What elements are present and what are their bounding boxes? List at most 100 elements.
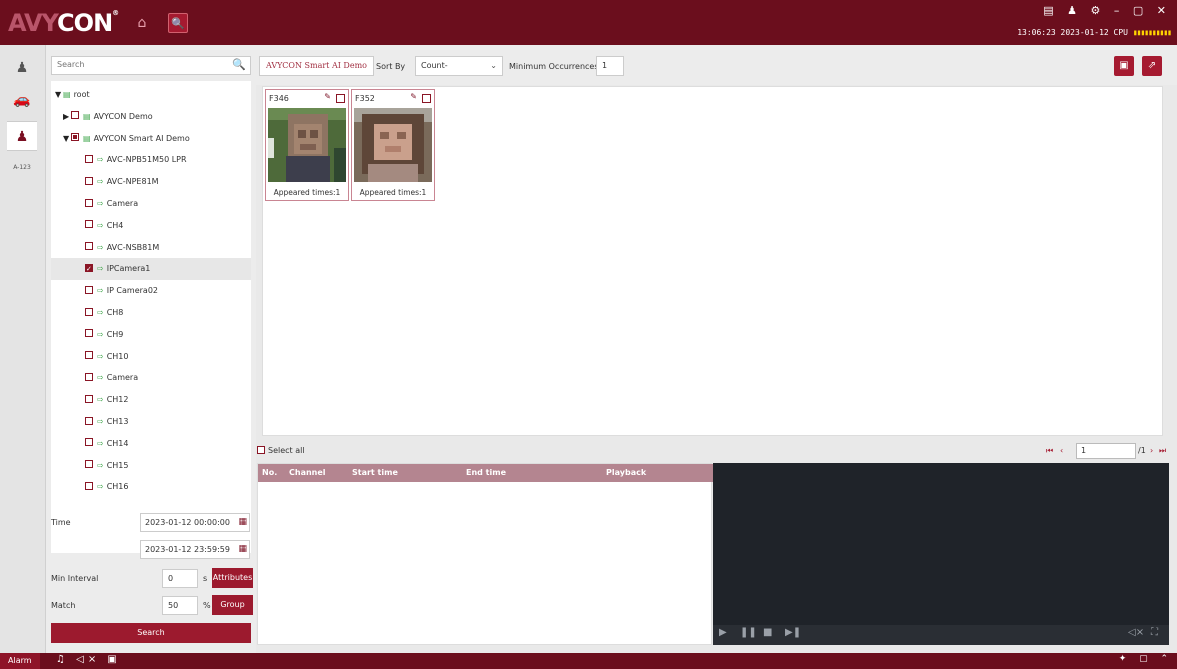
alarm-tab[interactable]: Alarm: [0, 653, 40, 669]
tree-item-label: IPCamera1: [106, 264, 151, 274]
first-page-icon[interactable]: ⏮: [1046, 446, 1053, 456]
expand-right-icon[interactable]: ▶: [63, 106, 71, 128]
player-controls: ▶ ❚❚ ■ ▶❚ ◁× ⛶: [713, 625, 1169, 645]
tree-item[interactable]: ⇨ AVC-NPE81M: [51, 171, 251, 193]
device-search-input[interactable]: [57, 60, 227, 69]
tree-item[interactable]: ⇨ CH4: [51, 215, 251, 237]
camera-icon: ⇨: [97, 395, 104, 405]
tree-item[interactable]: ⇨ CH13: [51, 411, 251, 433]
tree-item-label: CH4: [106, 220, 124, 230]
tree-item[interactable]: ⇨ CH15: [51, 455, 251, 477]
edit-icon[interactable]: ✎: [410, 92, 417, 101]
tree-checkbox[interactable]: [85, 351, 93, 360]
tree-checkbox[interactable]: [85, 176, 93, 185]
expand-down-icon[interactable]: ▼: [63, 128, 71, 150]
tree-item[interactable]: ⇨ AVC-NPB51M50 LPR: [51, 149, 251, 171]
vehicle-search-icon[interactable]: 🚗: [7, 85, 37, 115]
page-input[interactable]: 1: [1076, 443, 1136, 459]
lpr-search-icon[interactable]: A-123: [7, 153, 37, 183]
tree-checkbox[interactable]: [85, 285, 93, 294]
tree-checkbox[interactable]: [85, 329, 93, 338]
home-icon[interactable]: ⌂: [132, 13, 152, 33]
people-search-icon[interactable]: ♟: [7, 53, 37, 83]
end-time-field[interactable]: 2023-01-12 23:59:59 ▦: [140, 540, 250, 559]
camera-icon: ⇨: [97, 460, 104, 470]
match-label: Match: [51, 601, 76, 610]
edit-icon[interactable]: ✎: [324, 92, 331, 101]
stop-icon[interactable]: ■: [763, 627, 772, 638]
record-list-header: No. Channel Start time End time Playback: [258, 464, 713, 482]
tree-item[interactable]: ⇨ CH9: [51, 324, 251, 346]
camera-icon: ⇨: [97, 482, 104, 492]
tree-checkbox[interactable]: [71, 133, 79, 142]
min-interval-input[interactable]: 0: [162, 569, 198, 588]
face-checkbox[interactable]: [422, 94, 431, 103]
tree-item[interactable]: ⇨ CH16: [51, 476, 251, 498]
tree-checkbox[interactable]: [85, 460, 93, 469]
select-all-checkbox[interactable]: [257, 445, 265, 454]
tree-checkbox[interactable]: [85, 220, 93, 229]
tree-item[interactable]: ⇨ CH10: [51, 346, 251, 368]
sort-by-select[interactable]: Count- ⌄: [415, 56, 503, 76]
last-page-icon[interactable]: ⏭: [1159, 446, 1166, 456]
results-toolbar: AVYCON Smart AI Demo Sort By Count- ⌄ Min…: [256, 45, 1177, 85]
window-controls[interactable]: ▤ ♟ ⚙ – ▢ ✕: [1043, 4, 1171, 17]
calendar-icon[interactable]: ▦: [238, 541, 247, 558]
save-icon[interactable]: ▣: [1114, 56, 1134, 76]
tree-checkbox[interactable]: [71, 111, 79, 120]
tree-checkbox[interactable]: [85, 438, 93, 447]
search-button[interactable]: Search: [51, 623, 251, 643]
face-search-icon[interactable]: ♟: [7, 121, 37, 151]
fullscreen-icon[interactable]: ⛶: [1151, 627, 1158, 638]
start-time-field[interactable]: 2023-01-12 00:00:00 ▦: [140, 513, 250, 532]
attributes-button[interactable]: Attributes: [212, 568, 253, 588]
tree-item[interactable]: ⇨ AVC-NSB81M: [51, 237, 251, 259]
group-button[interactable]: Group: [212, 595, 253, 615]
face-id: F346: [269, 94, 289, 103]
tree-checkbox[interactable]: [85, 481, 93, 490]
search-icon[interactable]: 🔍: [232, 58, 246, 71]
export-icon[interactable]: ⇗: [1142, 56, 1162, 76]
tree-item[interactable]: ⇨ CH14: [51, 433, 251, 455]
face-checkbox[interactable]: [336, 94, 345, 103]
step-forward-icon[interactable]: ▶❚: [785, 627, 801, 638]
status-icons[interactable]: ♫ ◁× ▣: [56, 654, 121, 665]
tree-item[interactable]: ⇨IPCamera1: [51, 258, 251, 281]
tree-item[interactable]: ▶ ▤ AVYCON Demo: [51, 106, 251, 128]
tree-item-label: AVYCON Smart AI Demo: [93, 133, 190, 143]
tree-item[interactable]: ▼ ▤ root: [51, 84, 251, 106]
tree-checkbox[interactable]: [85, 242, 93, 251]
tree-checkbox[interactable]: [85, 394, 93, 403]
ai-search-icon[interactable]: 🔍: [168, 13, 188, 33]
pause-icon[interactable]: ❚❚: [740, 627, 757, 638]
tab-smart-ai-demo[interactable]: AVYCON Smart AI Demo: [259, 56, 374, 76]
camera-icon: ⇨: [97, 308, 104, 317]
minimum-occurrences-input[interactable]: 1: [596, 56, 624, 76]
match-input[interactable]: 50: [162, 596, 198, 615]
calendar-icon[interactable]: ▦: [238, 514, 247, 531]
expand-down-icon[interactable]: ▼: [55, 84, 63, 106]
status-right-icons[interactable]: ✦ ▢ ⌃: [1119, 654, 1173, 664]
tree-item-label: CH16: [106, 482, 129, 492]
tree-item[interactable]: ⇨ Camera: [51, 193, 251, 215]
next-page-icon[interactable]: ›: [1150, 446, 1153, 455]
select-all[interactable]: Select all: [257, 445, 305, 455]
face-card[interactable]: F346 ✎ Appeared times:1: [265, 89, 349, 201]
tree-checkbox[interactable]: [85, 416, 93, 425]
tree-item[interactable]: ▼ ▤ AVYCON Smart AI Demo: [51, 128, 251, 150]
tree-checkbox[interactable]: [85, 198, 93, 207]
video-player[interactable]: ▶ ❚❚ ■ ▶❚ ◁× ⛶: [713, 463, 1169, 645]
tree-checkbox[interactable]: [85, 307, 93, 316]
prev-page-icon[interactable]: ‹: [1060, 446, 1063, 455]
tree-item[interactable]: ⇨ CH8: [51, 302, 251, 324]
face-card[interactable]: F352 ✎ Appeared times:1: [351, 89, 435, 201]
mute-icon[interactable]: ◁×: [1128, 627, 1144, 638]
tree-checkbox[interactable]: [85, 372, 93, 381]
tree-item[interactable]: ⇨ Camera: [51, 367, 251, 389]
tree-item[interactable]: ⇨ CH12: [51, 389, 251, 411]
play-icon[interactable]: ▶: [719, 627, 727, 638]
tree-item-label: Camera: [106, 373, 139, 383]
tree-item[interactable]: ⇨ IP Camera02: [51, 280, 251, 302]
tree-checkbox[interactable]: [85, 154, 93, 163]
tree-checkbox[interactable]: [85, 258, 93, 280]
